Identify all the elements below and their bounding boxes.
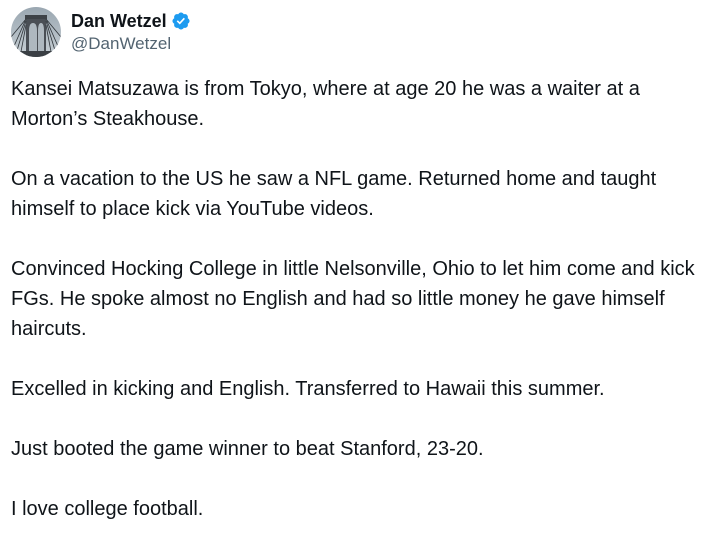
tweet-paragraph: Convinced Hocking College in little Nels… <box>11 258 695 340</box>
verified-badge-icon[interactable] <box>171 11 191 31</box>
tweet-paragraph: I love college football. <box>11 498 204 520</box>
author-names: Dan Wetzel @DanWetzel <box>71 9 191 55</box>
author-handle[interactable]: @DanWetzel <box>71 33 191 55</box>
tweet-card: Dan Wetzel @DanWetzel Kansei Matsuzawa i… <box>0 0 721 533</box>
bridge-avatar-image <box>11 7 61 57</box>
avatar[interactable] <box>11 7 61 57</box>
tweet-paragraph: Excelled in kicking and English. Transfe… <box>11 378 605 400</box>
tweet-paragraph: Kansei Matsuzawa is from Tokyo, where at… <box>11 78 640 130</box>
display-name[interactable]: Dan Wetzel <box>71 9 167 33</box>
tweet-paragraph: On a vacation to the US he saw a NFL gam… <box>11 168 657 220</box>
tweet-text: Kansei Matsuzawa is from Tokyo, where at… <box>11 74 717 524</box>
tweet-header: Dan Wetzel @DanWetzel <box>11 6 191 58</box>
display-name-row: Dan Wetzel <box>71 9 191 33</box>
tweet-paragraph: Just booted the game winner to beat Stan… <box>11 438 484 460</box>
